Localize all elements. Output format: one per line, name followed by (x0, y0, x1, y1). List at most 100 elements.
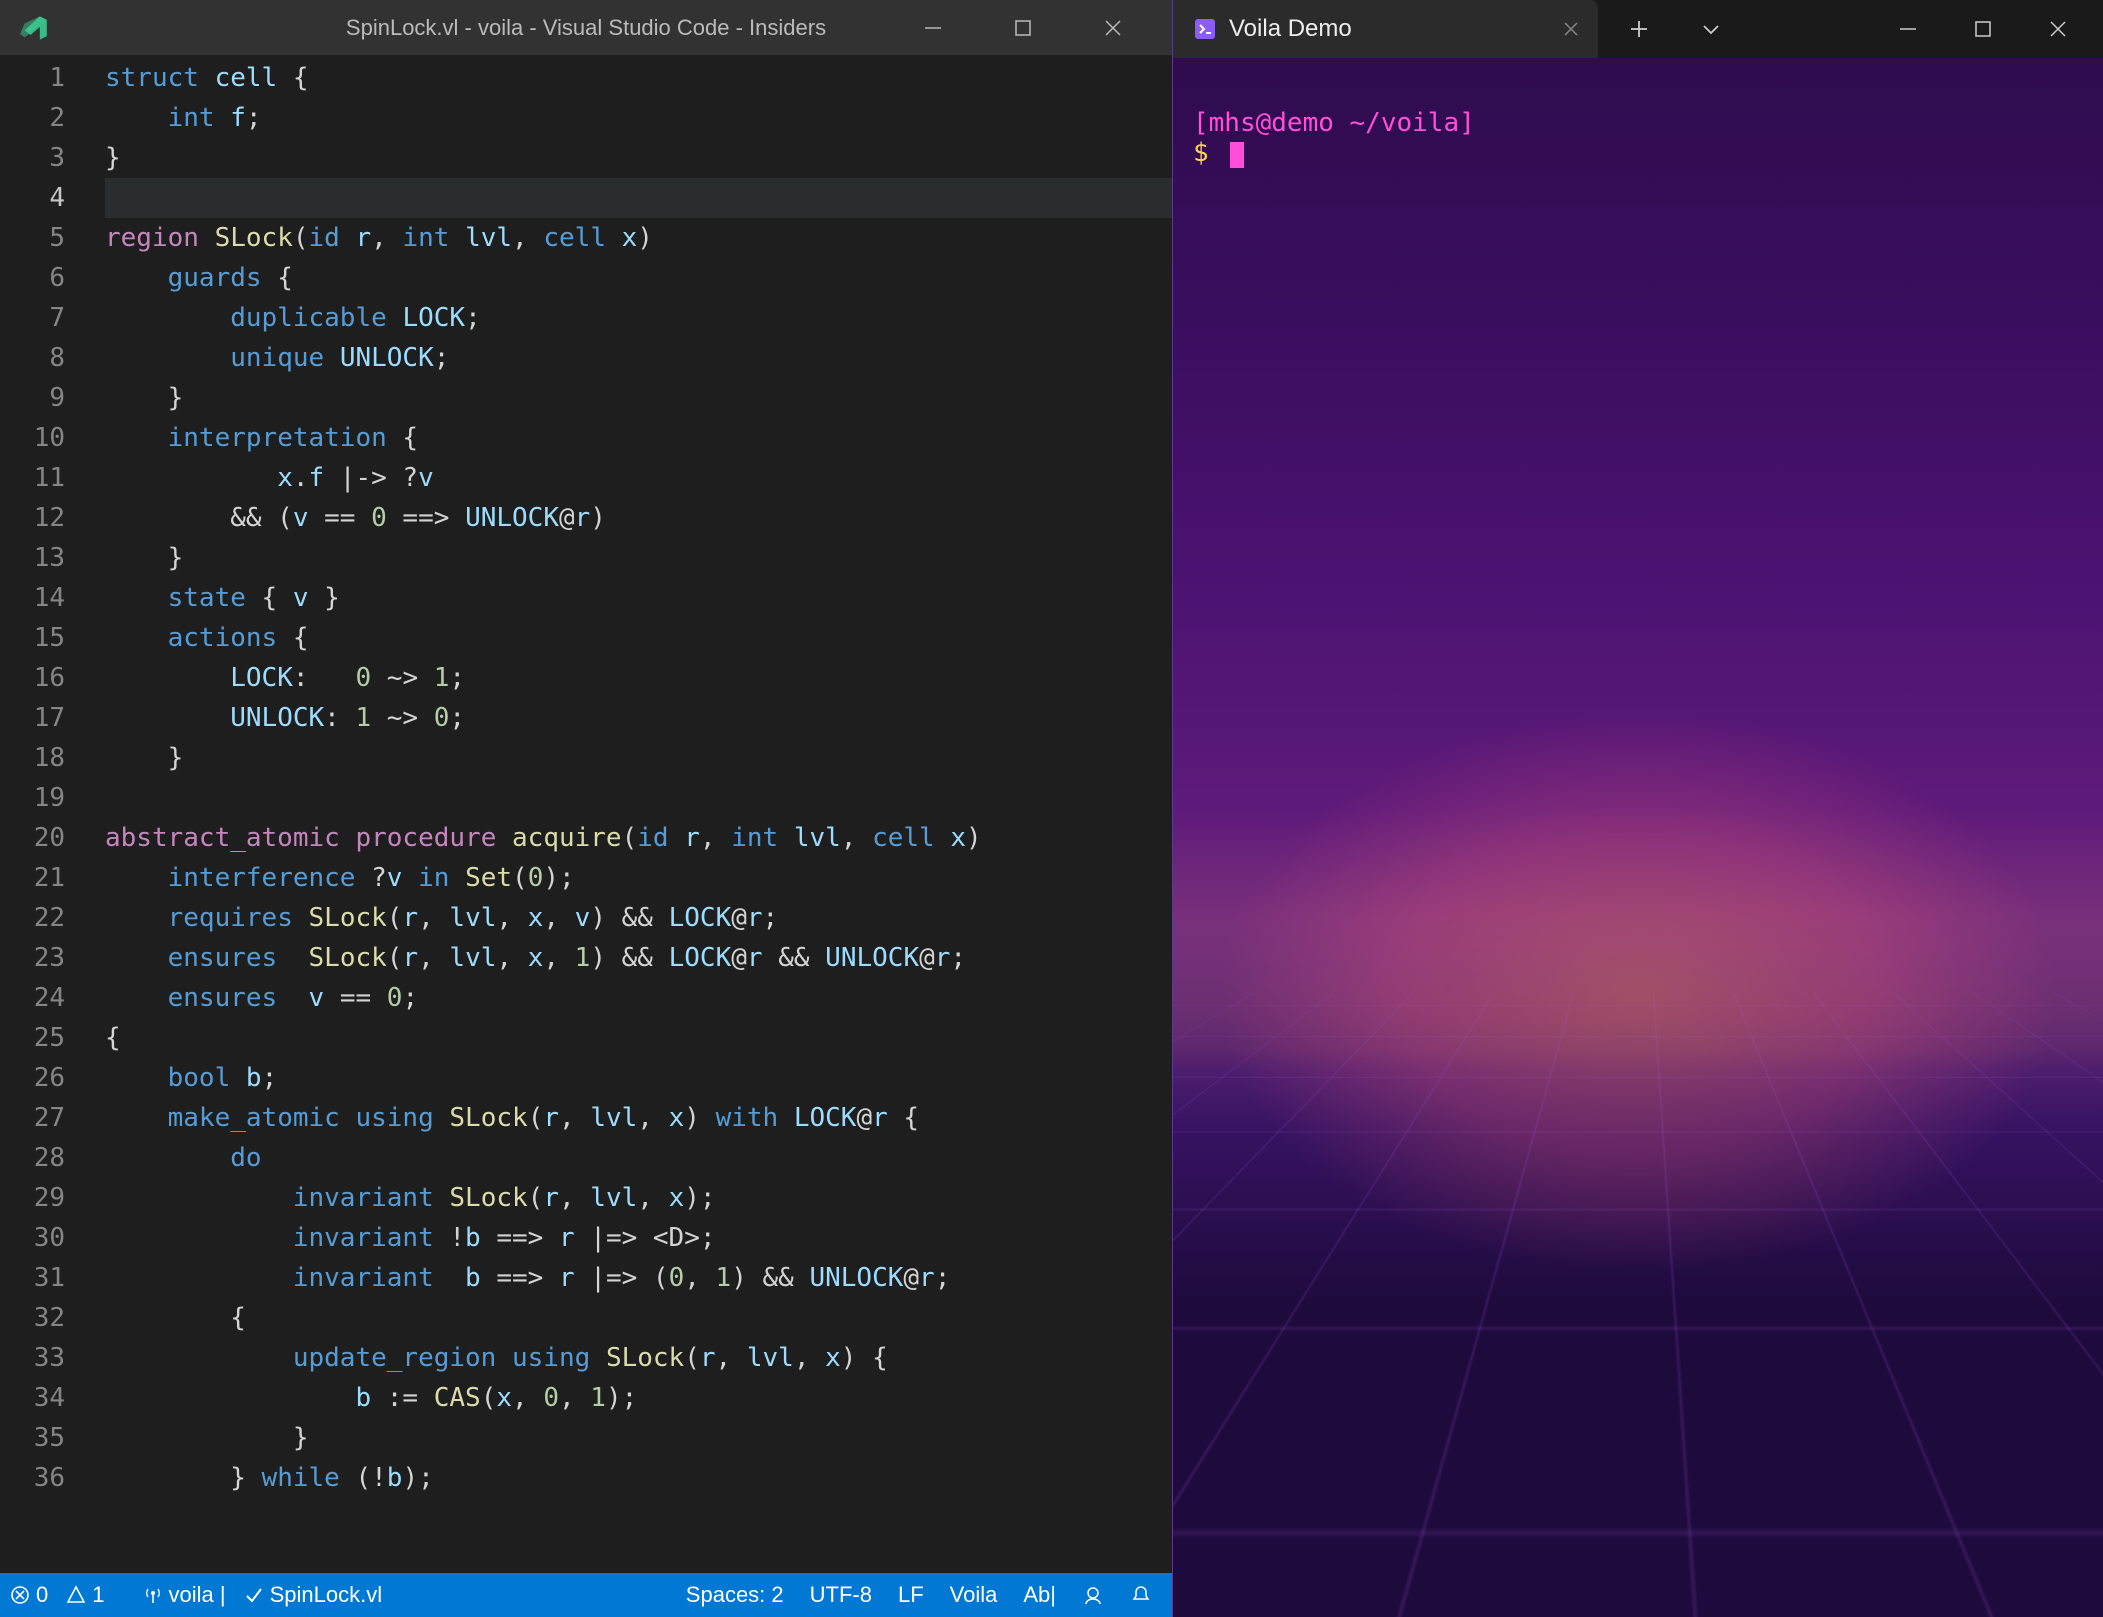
line-number: 35 (0, 1418, 65, 1458)
error-count: 0 (36, 1582, 48, 1608)
code-line[interactable]: && (v == 0 ==> UNLOCK@r) (105, 498, 1172, 538)
code-token: UNLOCK (825, 943, 919, 973)
code-token: UNLOCK (340, 343, 434, 373)
code-token: state (168, 583, 246, 613)
feedback-icon[interactable] (1082, 1584, 1104, 1606)
code-token (105, 663, 230, 693)
code-token: ; (935, 1263, 951, 1293)
code-line[interactable]: } (105, 538, 1172, 578)
code-line[interactable]: } (105, 738, 1172, 778)
code-line[interactable]: interpretation { (105, 418, 1172, 458)
code-line[interactable]: invariant SLock(r, lvl, x); (105, 1178, 1172, 1218)
status-warnings[interactable]: 1 (66, 1582, 104, 1608)
code-line[interactable]: int f; (105, 98, 1172, 138)
code-line[interactable]: invariant !b ==> r |=> <D>; (105, 1218, 1172, 1258)
code-line[interactable]: b := CAS(x, 0, 1); (105, 1378, 1172, 1418)
code-line[interactable]: interference ?v in Set(0); (105, 858, 1172, 898)
code-line[interactable]: ensures v == 0; (105, 978, 1172, 1018)
code-line[interactable]: LOCK: 0 ~> 1; (105, 658, 1172, 698)
status-spaces[interactable]: Spaces: 2 (686, 1582, 784, 1608)
terminal-content[interactable]: [mhs@demo ~/voila] $ (1173, 58, 2103, 1617)
code-line[interactable]: bool b; (105, 1058, 1172, 1098)
status-eol[interactable]: LF (898, 1582, 924, 1608)
code-token: ); (684, 1183, 715, 1213)
bell-icon[interactable] (1130, 1584, 1152, 1606)
term-minimize-button[interactable] (1898, 19, 1918, 39)
code-token: v (575, 903, 591, 933)
term-close-button[interactable] (2048, 19, 2068, 39)
code-token: , (700, 823, 731, 853)
status-scm[interactable]: SpinLock.vl (244, 1582, 383, 1608)
terminal-app-icon (1193, 17, 1217, 41)
code-line[interactable]: UNLOCK: 1 ~> 0; (105, 698, 1172, 738)
line-number: 29 (0, 1178, 65, 1218)
code-token: cell (543, 223, 606, 253)
code-token: UNLOCK (465, 503, 559, 533)
code-token (669, 823, 685, 853)
code-token: b (246, 1063, 262, 1093)
code-line[interactable]: unique UNLOCK; (105, 338, 1172, 378)
close-tab-icon[interactable] (1562, 20, 1580, 38)
status-folder[interactable]: voila | (143, 1582, 226, 1608)
code-line[interactable]: state { v } (105, 578, 1172, 618)
chevron-down-icon[interactable] (1700, 18, 1722, 40)
status-lang[interactable]: Voila (950, 1582, 998, 1608)
code-line[interactable]: do (105, 1138, 1172, 1178)
code-line[interactable]: ensures SLock(r, lvl, x, 1) && LOCK@r &&… (105, 938, 1172, 978)
code-line[interactable]: invariant b ==> r |=> (0, 1) && UNLOCK@r… (105, 1258, 1172, 1298)
code-token: } (309, 583, 340, 613)
vscode-titlebar[interactable]: SpinLock.vl - voila - Visual Studio Code… (0, 0, 1172, 55)
status-spell[interactable]: Ab| (1023, 1582, 1056, 1608)
code-line[interactable]: x.f |-> ?v (105, 458, 1172, 498)
line-number: 15 (0, 618, 65, 658)
code-line[interactable]: update_region using SLock(r, lvl, x) { (105, 1338, 1172, 1378)
code-line[interactable]: } (105, 378, 1172, 418)
code-line[interactable] (105, 178, 1172, 218)
code-token (277, 943, 308, 973)
terminal-titlebar[interactable]: Voila Demo (1173, 0, 2103, 58)
code-token: v (418, 463, 434, 493)
code-line[interactable]: } (105, 138, 1172, 178)
code-token: lvl (449, 903, 496, 933)
code-token: ensures (168, 983, 278, 1013)
minimize-button[interactable] (922, 17, 952, 39)
code-editor[interactable]: 1234567891011121314151617181920212223242… (0, 55, 1172, 1573)
code-token (340, 223, 356, 253)
code-token: && (763, 943, 826, 973)
code-token: { (105, 1303, 246, 1333)
term-maximize-button[interactable] (1973, 19, 1993, 39)
code-token: r (684, 823, 700, 853)
code-line[interactable]: actions { (105, 618, 1172, 658)
maximize-button[interactable] (1012, 17, 1042, 39)
code-token: @ (731, 903, 747, 933)
code-line[interactable]: struct cell { (105, 58, 1172, 98)
code-token: |=> <D>; (575, 1223, 716, 1253)
code-line[interactable]: } while (!b); (105, 1458, 1172, 1498)
code-token: x (528, 903, 544, 933)
folder-label: voila | (169, 1582, 226, 1608)
status-errors[interactable]: 0 (10, 1582, 48, 1608)
code-line[interactable]: requires SLock(r, lvl, x, v) && LOCK@r; (105, 898, 1172, 938)
line-number: 30 (0, 1218, 65, 1258)
code-line[interactable] (105, 778, 1172, 818)
status-encoding[interactable]: UTF-8 (810, 1582, 872, 1608)
code-token: ; (763, 903, 779, 933)
code-token: } (105, 143, 121, 173)
code-line[interactable]: { (105, 1298, 1172, 1338)
close-button[interactable] (1102, 17, 1132, 39)
new-tab-icon[interactable] (1628, 18, 1650, 40)
code-token: ; (449, 703, 465, 733)
code-line[interactable]: } (105, 1418, 1172, 1458)
code-line[interactable]: duplicable LOCK; (105, 298, 1172, 338)
code-line[interactable]: abstract_atomic procedure acquire(id r, … (105, 818, 1172, 858)
code-token: . (293, 463, 309, 493)
code-token: ) { (841, 1343, 888, 1373)
code-token (935, 823, 951, 853)
cursor (1230, 142, 1244, 168)
terminal-tab[interactable]: Voila Demo (1173, 0, 1598, 58)
code-content[interactable]: struct cell { int f;} region SLock(id r, … (105, 55, 1172, 1573)
code-line[interactable]: make_atomic using SLock(r, lvl, x) with … (105, 1098, 1172, 1138)
code-line[interactable]: { (105, 1018, 1172, 1058)
code-line[interactable]: region SLock(id r, int lvl, cell x) (105, 218, 1172, 258)
code-line[interactable]: guards { (105, 258, 1172, 298)
